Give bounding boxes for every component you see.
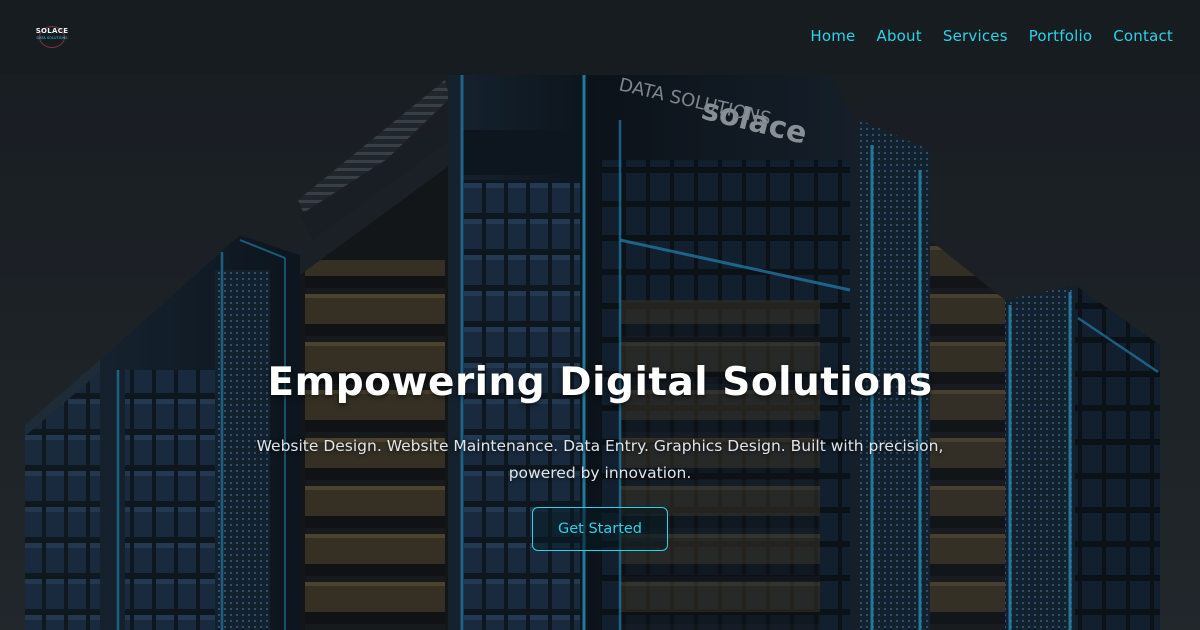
nav-about-link[interactable]: About (877, 27, 922, 45)
main-nav: Home About Services Portfolio Contact (810, 27, 1173, 45)
hero-title: Empowering Digital Solutions (267, 360, 933, 405)
nav-home-link[interactable]: Home (810, 27, 855, 45)
brand-logo[interactable]: SOLACE DATA SOLUTIONS (30, 26, 74, 50)
get-started-button[interactable]: Get Started (532, 507, 668, 551)
logo-name: SOLACE (35, 27, 69, 35)
logo-tagline: DATA SOLUTIONS (36, 36, 68, 40)
hero-subtitle: Website Design. Website Maintenance. Dat… (256, 437, 944, 482)
nav-contact-link[interactable]: Contact (1113, 27, 1173, 45)
nav-services-link[interactable]: Services (943, 27, 1008, 45)
navbar: SOLACE DATA SOLUTIONS Home About Service… (0, 0, 1200, 75)
nav-portfolio-link[interactable]: Portfolio (1029, 27, 1093, 45)
